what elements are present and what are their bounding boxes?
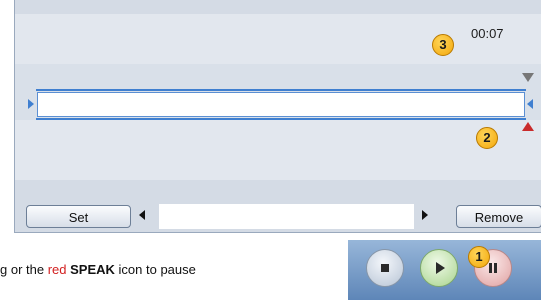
- play-button[interactable]: [420, 249, 458, 287]
- timeline-track[interactable]: [37, 92, 525, 117]
- hint-suffix: icon to pause: [114, 262, 196, 277]
- end-marker-gray-icon[interactable]: [522, 73, 534, 82]
- pause-icon: [489, 263, 492, 273]
- track-bottom-line: [36, 118, 526, 120]
- hint-speak-word: SPEAK: [70, 262, 115, 277]
- track-start-marker-icon[interactable]: [28, 99, 34, 109]
- track-top-line: [36, 89, 526, 91]
- panel-band-bottom: [15, 120, 541, 180]
- next-arrow-icon[interactable]: [422, 210, 428, 220]
- set-button[interactable]: Set: [26, 205, 131, 228]
- previous-arrow-icon[interactable]: [139, 210, 145, 220]
- marker-name-field[interactable]: [159, 204, 414, 229]
- stop-icon: [381, 264, 389, 272]
- player-controls: [348, 240, 541, 300]
- instruction-text: g or the red SPEAK icon to pause: [0, 262, 196, 277]
- play-icon: [436, 262, 445, 274]
- hint-prefix: g or the: [0, 262, 48, 277]
- remove-button[interactable]: Remove: [456, 205, 541, 228]
- position-marker-red-icon[interactable]: [522, 122, 534, 131]
- pause-icon-bar: [494, 263, 497, 273]
- callout-badge-2: 2: [476, 127, 498, 149]
- panel-band-top: [15, 14, 541, 64]
- hint-red-word: red: [47, 262, 67, 277]
- track-end-marker-icon[interactable]: [527, 99, 533, 109]
- callout-badge-1: 1: [468, 246, 490, 268]
- stop-button[interactable]: [366, 249, 404, 287]
- callout-badge-3: 3: [432, 34, 454, 56]
- elapsed-time: 00:07: [471, 26, 504, 41]
